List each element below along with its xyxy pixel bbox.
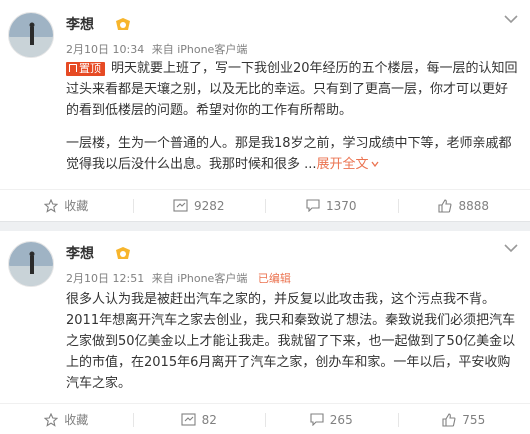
repost-button[interactable]: 9282 bbox=[132, 190, 266, 221]
pin-icon bbox=[69, 64, 77, 72]
comment-icon bbox=[306, 199, 320, 212]
repost-button[interactable]: 82 bbox=[132, 404, 266, 434]
thumbs-up-icon bbox=[442, 412, 456, 427]
post-time[interactable]: 2月10日 10:34 bbox=[66, 43, 144, 56]
like-button[interactable]: 8888 bbox=[397, 190, 530, 221]
post-body: 很多人认为我是被赶出汽车之家的，并反复以此攻击我，这个污点我不背。2011年想离… bbox=[66, 289, 518, 394]
post-actions: 收藏 9282 1370 8888 bbox=[0, 189, 530, 221]
post-meta: 2月10日 10:34 来自 iPhone客户端 bbox=[66, 41, 251, 57]
comment-count: 1370 bbox=[325, 198, 357, 213]
post-divider bbox=[0, 221, 530, 231]
thumbs-up-icon bbox=[438, 198, 452, 213]
chevron-down-icon[interactable] bbox=[504, 14, 518, 24]
post-paragraph-1: 很多人认为我是被赶出汽车之家的，并反复以此攻击我，这个污点我不背。2011年想离… bbox=[66, 292, 516, 391]
avatar[interactable] bbox=[8, 241, 54, 287]
repost-count: 82 bbox=[201, 412, 217, 427]
save-label: 收藏 bbox=[64, 199, 89, 213]
save-button[interactable]: 收藏 bbox=[0, 190, 133, 221]
post-text: 一层楼，生为一个普通的人。那是我18岁之前，学习成绩中下等，老师亲戚都觉得我以后… bbox=[66, 136, 512, 172]
save-label: 收藏 bbox=[64, 413, 89, 427]
repost-count: 9282 bbox=[193, 198, 225, 213]
weibo-post-1: 李想 2月10日 10:34 来自 iPhone客户端 置顶 明天就要上班了，写一… bbox=[0, 0, 530, 221]
vip-badge-icon bbox=[116, 18, 130, 30]
chevron-down-icon[interactable] bbox=[504, 243, 518, 253]
pinned-label: 置顶 bbox=[79, 62, 101, 75]
star-icon bbox=[44, 412, 59, 427]
post-paragraph-2: 一层楼，生为一个普通的人。那是我18岁之前，学习成绩中下等，老师亲戚都觉得我以后… bbox=[66, 133, 518, 175]
vip-badge-icon bbox=[116, 247, 130, 259]
comment-count: 265 bbox=[329, 412, 353, 427]
like-count: 755 bbox=[462, 412, 486, 427]
expand-chevron-icon[interactable] bbox=[371, 161, 379, 168]
like-button[interactable]: 755 bbox=[397, 404, 530, 434]
author-name[interactable]: 李想 bbox=[66, 14, 94, 34]
edited-link[interactable]: 已编辑 bbox=[258, 272, 291, 285]
pinned-badge: 置顶 bbox=[66, 62, 105, 76]
comment-button[interactable]: 1370 bbox=[265, 190, 398, 221]
save-button[interactable]: 收藏 bbox=[0, 404, 133, 434]
post-paragraph-1: 置顶 明天就要上班了，写一下我创业20年经历的五个楼层，每一层的认知回过头来看都是… bbox=[66, 58, 518, 121]
weibo-post-2: 李想 2月10日 12:51 来自 iPhone客户端 已编辑 很多人认为我是被… bbox=[0, 231, 530, 434]
post-source: 来自 iPhone客户端 bbox=[151, 272, 248, 285]
post-meta: 2月10日 12:51 来自 iPhone客户端 已编辑 bbox=[66, 270, 295, 286]
star-icon bbox=[44, 198, 59, 213]
avatar[interactable] bbox=[8, 12, 54, 58]
expand-full-text-link[interactable]: 展开全文 bbox=[317, 157, 369, 172]
post-source: 来自 iPhone客户端 bbox=[151, 43, 248, 56]
repost-icon bbox=[173, 199, 188, 212]
comment-button[interactable]: 265 bbox=[265, 404, 398, 434]
comment-icon bbox=[310, 413, 324, 426]
post-time[interactable]: 2月10日 12:51 bbox=[66, 272, 144, 285]
post-body: 置顶 明天就要上班了，写一下我创业20年经历的五个楼层，每一层的认知回过头来看都是… bbox=[66, 58, 518, 175]
author-name[interactable]: 李想 bbox=[66, 243, 94, 263]
like-count: 8888 bbox=[458, 198, 490, 213]
post-text: 明天就要上班了，写一下我创业20年经历的五个楼层，每一层的认知回过头来看都是天壤… bbox=[66, 61, 518, 118]
repost-icon bbox=[181, 413, 196, 426]
post-actions: 收藏 82 265 755 bbox=[0, 403, 530, 434]
